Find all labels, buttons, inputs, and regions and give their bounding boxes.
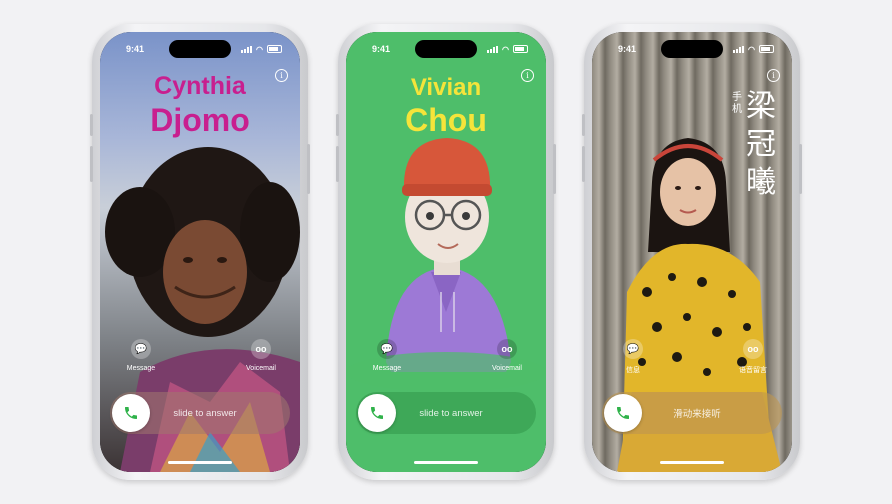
answer-knob[interactable] — [358, 394, 396, 432]
battery-icon — [759, 45, 774, 53]
voicemail-icon: oo — [255, 344, 267, 354]
slide-to-answer[interactable]: 滑动来接听 — [602, 392, 782, 434]
phone-icon — [371, 407, 383, 419]
phone-chinese-contact: 9:41 ◠ i 手机 梁冠曦 💬 信息 oo 语音留言 滑动来接听 — [582, 24, 802, 480]
status-time: 9:41 — [126, 44, 145, 54]
slide-to-answer-text: slide to answer — [173, 407, 237, 419]
phone-cynthia: 9:41 ◠ i Cynthia Djomo 💬 Message oo Voic… — [90, 24, 310, 480]
phone-icon — [617, 407, 629, 419]
voicemail-button[interactable]: oo Voicemail — [482, 339, 532, 372]
home-indicator — [168, 461, 232, 464]
message-button[interactable]: 💬 信息 — [608, 339, 658, 375]
info-icon[interactable]: i — [275, 69, 288, 82]
screen: 9:41 ◠ i Cynthia Djomo 💬 Message oo Voic… — [100, 32, 300, 472]
status-bar: 9:41 ◠ — [346, 41, 546, 57]
status-bar: 9:41 ◠ — [100, 41, 300, 57]
screen: 9:41 ◠ i 手机 梁冠曦 💬 信息 oo 语音留言 滑动来接听 — [592, 32, 792, 472]
voicemail-icon: oo — [747, 344, 759, 354]
contact-first-name: Cynthia — [154, 72, 246, 100]
info-icon[interactable]: i — [521, 69, 534, 82]
home-indicator — [660, 461, 724, 464]
phone-vivian: 9:41 ◠ i Vivian Chou 💬 Message oo Voicem… — [336, 24, 556, 480]
voicemail-label: 语音留言 — [739, 367, 767, 374]
signal-icon — [241, 45, 253, 53]
message-label: Message — [372, 365, 402, 372]
message-button[interactable]: 💬 Message — [362, 339, 412, 372]
wifi-icon: ◠ — [748, 44, 755, 54]
slide-to-answer-text: 滑动来接听 — [673, 409, 721, 420]
message-icon: 💬 — [134, 343, 148, 355]
voicemail-icon: oo — [501, 344, 513, 354]
contact-last-name: Djomo — [150, 102, 250, 138]
status-bar: 9:41 ◠ — [592, 41, 792, 57]
wifi-icon: ◠ — [256, 44, 263, 54]
voicemail-label: Voicemail — [246, 365, 276, 372]
screen: 9:41 ◠ i Vivian Chou 💬 Message oo Voicem… — [346, 32, 546, 472]
phone-icon — [125, 407, 137, 419]
battery-icon — [513, 45, 528, 53]
message-icon: 💬 — [380, 343, 394, 355]
message-label: 信息 — [626, 367, 640, 374]
signal-icon — [487, 45, 499, 53]
wifi-icon: ◠ — [502, 44, 509, 54]
contact-name-vertical: 梁冠曦 — [746, 89, 776, 200]
voicemail-label: Voicemail — [492, 365, 522, 372]
answer-knob[interactable] — [112, 394, 150, 432]
status-time: 9:41 — [618, 44, 637, 54]
message-button[interactable]: 💬 Message — [116, 339, 166, 372]
contact-first-name: Vivian — [410, 74, 482, 101]
info-icon[interactable]: i — [767, 69, 780, 82]
voicemail-button[interactable]: oo Voicemail — [236, 339, 286, 372]
home-indicator — [414, 461, 478, 464]
battery-icon — [267, 45, 282, 53]
contact-label-mobile: 手机 — [732, 92, 742, 115]
slide-to-answer[interactable]: slide to answer — [110, 392, 290, 434]
signal-icon — [733, 45, 745, 53]
status-time: 9:41 — [372, 44, 391, 54]
contact-last-name: Chou — [405, 102, 487, 138]
message-label: Message — [126, 365, 156, 372]
slide-to-answer-text: slide to answer — [419, 407, 483, 419]
slide-to-answer[interactable]: slide to answer — [356, 392, 536, 434]
voicemail-button[interactable]: oo 语音留言 — [728, 339, 778, 375]
answer-knob[interactable] — [604, 394, 642, 432]
message-icon: 💬 — [626, 343, 640, 355]
